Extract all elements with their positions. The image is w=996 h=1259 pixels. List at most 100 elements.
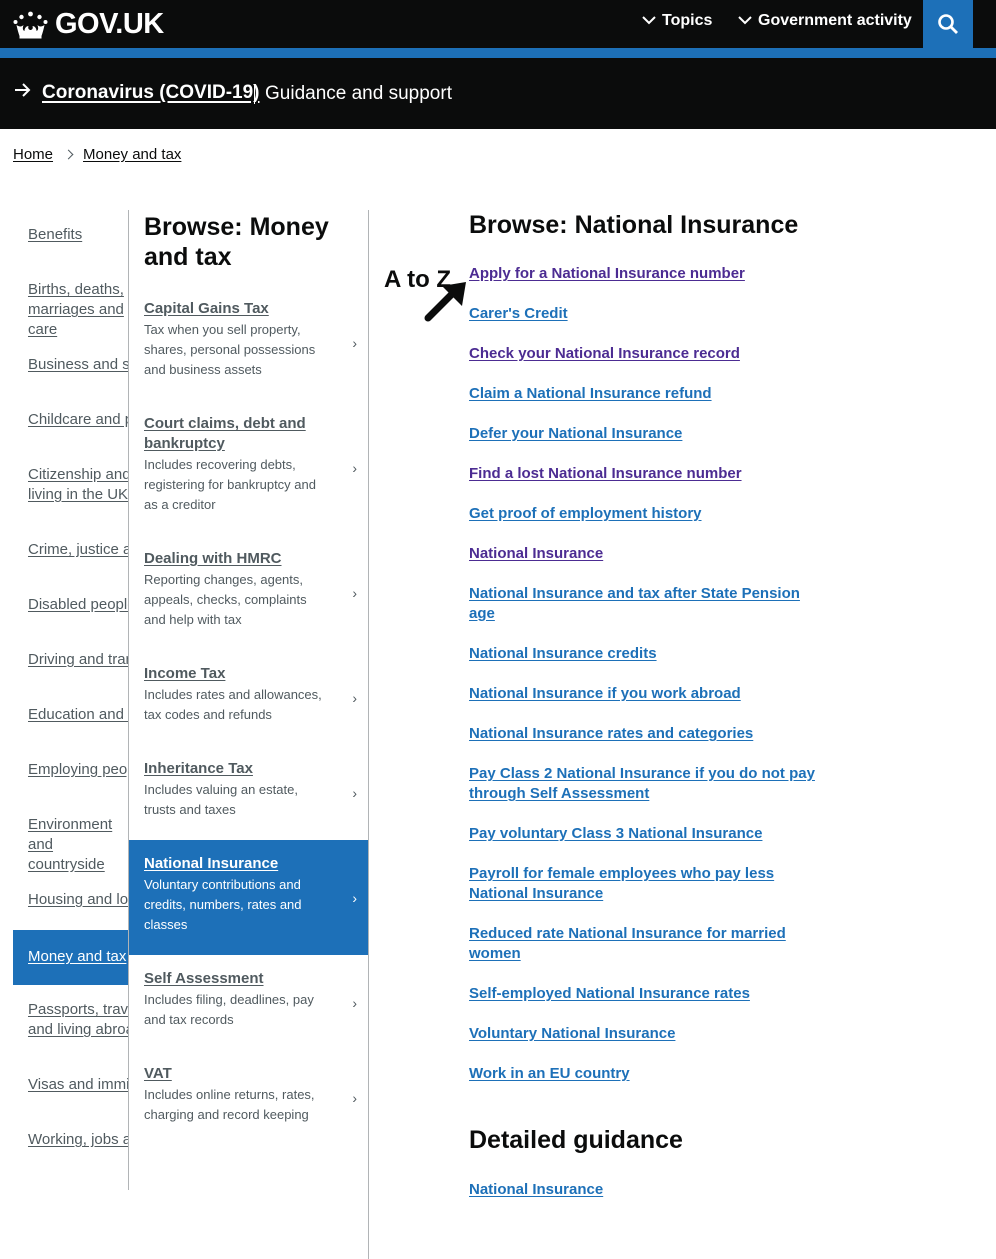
ni-link[interactable]: Pay Class 2 National Insurance if you do… bbox=[469, 764, 819, 804]
header-blue-stripe bbox=[0, 48, 996, 58]
ni-link[interactable]: National Insurance if you work abroad bbox=[469, 684, 819, 704]
chevron-right-icon: › bbox=[352, 460, 357, 476]
chevron-right-icon: › bbox=[352, 785, 357, 801]
ni-link[interactable]: National Insurance and tax after State P… bbox=[469, 584, 819, 624]
chevron-right-icon: › bbox=[352, 585, 357, 601]
left-nav-item[interactable]: Driving and transport bbox=[13, 650, 129, 670]
covid-subtitle: Guidance and support bbox=[265, 83, 452, 104]
search-icon bbox=[938, 14, 958, 34]
subtopic-description: Voluntary contributions and credits, num… bbox=[144, 877, 302, 932]
left-nav-label: Education and learning bbox=[28, 706, 129, 723]
left-nav-item[interactable]: Crime, justice and the law bbox=[13, 540, 129, 560]
ni-link[interactable]: Find a lost National Insurance number bbox=[469, 464, 819, 484]
ni-link[interactable]: Reduced rate National Insurance for marr… bbox=[469, 924, 819, 964]
subtopic-title: VAT bbox=[144, 1065, 172, 1082]
nav-topics[interactable]: Topics bbox=[642, 12, 712, 30]
chevron-right-icon: › bbox=[352, 335, 357, 351]
subtopic-item[interactable]: Self Assessment Includes filing, deadlin… bbox=[129, 969, 368, 1030]
breadcrumb-money-and-tax[interactable]: Money and tax bbox=[83, 146, 181, 163]
left-nav-item[interactable]: Births, deaths, marriages and care bbox=[13, 280, 129, 340]
left-nav-label: Benefits bbox=[28, 226, 83, 243]
left-nav-label: Disabled people bbox=[28, 596, 129, 613]
left-nav-label: Births, deaths, marriages and care bbox=[28, 281, 124, 338]
ni-link[interactable]: Voluntary National Insurance bbox=[469, 1024, 819, 1044]
chevron-right-icon: › bbox=[352, 890, 357, 906]
nav-topics-label: Topics bbox=[662, 12, 713, 29]
crown-icon bbox=[13, 11, 48, 39]
chevron-down-icon bbox=[642, 16, 656, 25]
subtopic-title: Court claims, debt and bankruptcy bbox=[144, 415, 306, 452]
subtopic-title: Capital Gains Tax bbox=[144, 300, 269, 317]
nav-government-activity[interactable]: Government activity bbox=[738, 12, 912, 30]
subtopic-description: Includes recovering debts, registering f… bbox=[144, 457, 316, 512]
chevron-right-icon: › bbox=[352, 995, 357, 1011]
chevron-right-icon: › bbox=[352, 1090, 357, 1106]
left-nav-item[interactable]: Housing and local services bbox=[13, 890, 129, 910]
subtopic-description: Tax when you sell property, shares, pers… bbox=[144, 322, 316, 377]
subtopic-title: Self Assessment bbox=[144, 970, 264, 987]
covid-link[interactable]: Coronavirus (COVID-19) bbox=[42, 82, 259, 104]
site-header: GOV.UK Topics Government activity bbox=[0, 0, 996, 48]
ni-link[interactable]: Work in an EU country bbox=[469, 1064, 819, 1084]
ni-link[interactable]: Check your National Insurance record bbox=[469, 344, 819, 364]
subtopic-item[interactable]: VAT Includes online returns, rates, char… bbox=[129, 1064, 368, 1125]
ni-link[interactable]: National Insurance credits bbox=[469, 644, 819, 664]
left-nav-label: Business and self-employed bbox=[28, 356, 129, 373]
ni-link[interactable]: Pay voluntary Class 3 National Insurance bbox=[469, 824, 819, 844]
ni-link[interactable]: Get proof of employment history bbox=[469, 504, 819, 524]
subtopic-description: Includes rates and allowances, tax codes… bbox=[144, 687, 322, 722]
left-nav-item[interactable]: Visas and immigration bbox=[13, 1075, 129, 1095]
subtopic-item[interactable]: Capital Gains Tax Tax when you sell prop… bbox=[129, 299, 368, 380]
left-nav-label: Passports, travel and living abroad bbox=[28, 1001, 129, 1038]
search-button[interactable] bbox=[923, 0, 973, 48]
left-nav-item[interactable]: Benefits bbox=[13, 225, 129, 245]
left-nav-item[interactable]: Citizenship and living in the UK bbox=[13, 465, 129, 505]
subtopic-description: Includes valuing an estate, trusts and t… bbox=[144, 782, 298, 817]
subtopic-item[interactable]: Court claims, debt and bankruptcy Includ… bbox=[129, 414, 368, 515]
left-nav-item[interactable]: Environment and countryside bbox=[13, 815, 129, 875]
arrow-right-icon bbox=[15, 83, 31, 97]
chevron-down-icon bbox=[738, 16, 752, 25]
chevron-right-icon bbox=[63, 149, 74, 160]
left-nav-item[interactable]: Passports, travel and living abroad bbox=[13, 1000, 129, 1040]
subtopic-item-active[interactable]: National Insurance Voluntary contributio… bbox=[129, 840, 368, 955]
left-nav-label: Environment and countryside bbox=[28, 816, 113, 873]
left-nav-item[interactable]: Disabled people bbox=[13, 595, 129, 615]
left-nav-label: Working, jobs and pensions bbox=[28, 1131, 129, 1148]
column-divider bbox=[368, 1190, 369, 1259]
ni-link[interactable]: Self-employed National Insurance rates bbox=[469, 984, 819, 1004]
breadcrumb: Home Money and tax bbox=[13, 146, 181, 163]
left-nav-item[interactable]: Business and self-employed bbox=[13, 355, 129, 375]
subtopic-item[interactable]: Income Tax Includes rates and allowances… bbox=[129, 664, 368, 725]
left-nav-item-active[interactable]: Money and tax bbox=[13, 930, 129, 985]
breadcrumb-home[interactable]: Home bbox=[13, 146, 53, 163]
left-topic-nav: Benefits Births, deaths, marriages and c… bbox=[13, 210, 129, 1200]
ni-link[interactable]: National Insurance bbox=[469, 544, 819, 564]
ni-link[interactable]: Carer's Credit bbox=[469, 304, 819, 324]
left-nav-label: Citizenship and living in the UK bbox=[28, 466, 129, 503]
left-nav-item[interactable]: Working, jobs and pensions bbox=[13, 1130, 129, 1150]
detailed-guidance-link[interactable]: National Insurance bbox=[469, 1180, 603, 1200]
ni-link[interactable]: Claim a National Insurance refund bbox=[469, 384, 819, 404]
ni-link[interactable]: Defer your National Insurance bbox=[469, 424, 819, 444]
left-nav-label: Crime, justice and the law bbox=[28, 541, 129, 558]
left-nav-item[interactable]: Employing people bbox=[13, 760, 129, 780]
left-nav-item[interactable]: Childcare and parenting bbox=[13, 410, 129, 430]
ni-link[interactable]: Payroll for female employees who pay les… bbox=[469, 864, 819, 904]
detailed-guidance-title: Detailed guidance bbox=[469, 1126, 683, 1154]
left-nav-label: Childcare and parenting bbox=[28, 411, 129, 428]
subtopic-item[interactable]: Dealing with HMRC Reporting changes, age… bbox=[129, 549, 368, 630]
covid-separator bbox=[254, 84, 255, 104]
middle-subtopic-nav: Browse: Money and tax Capital Gains Tax … bbox=[128, 210, 369, 1190]
subtopic-title: Dealing with HMRC bbox=[144, 550, 282, 567]
govuk-logo-link[interactable]: GOV.UK bbox=[12, 7, 164, 41]
ni-link[interactable]: National Insurance rates and categories bbox=[469, 724, 819, 744]
subtopic-item[interactable]: Inheritance Tax Includes valuing an esta… bbox=[129, 759, 368, 820]
left-nav-item[interactable]: Education and learning bbox=[13, 705, 129, 725]
subtopic-title: National Insurance bbox=[144, 855, 279, 872]
left-nav-label: Driving and transport bbox=[28, 651, 129, 668]
chevron-right-icon: › bbox=[352, 690, 357, 706]
middle-title: Browse: Money and tax bbox=[144, 213, 329, 271]
ni-link[interactable]: Apply for a National Insurance number bbox=[469, 264, 819, 284]
subtopic-description: Includes filing, deadlines, pay and tax … bbox=[144, 992, 314, 1027]
